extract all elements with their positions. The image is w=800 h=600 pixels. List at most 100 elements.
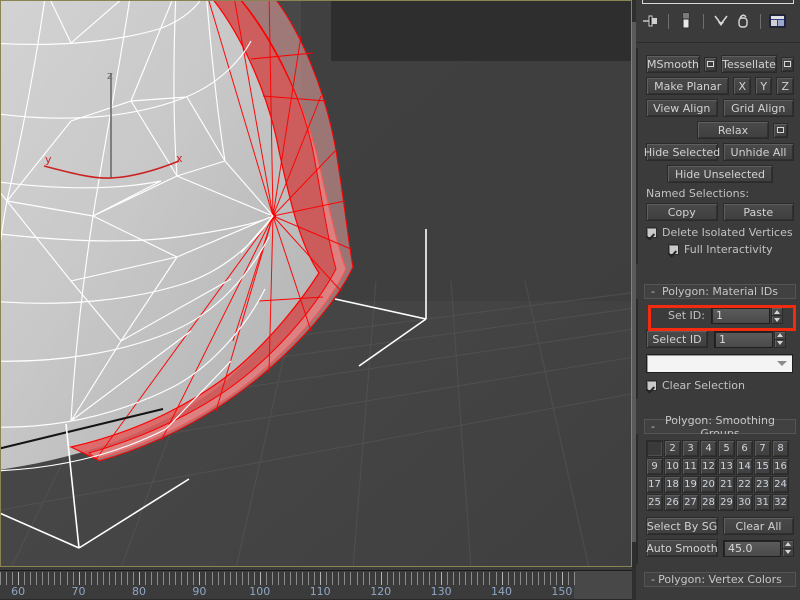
collapse-icon[interactable]: -	[651, 573, 655, 586]
perspective-viewport[interactable]: y x z	[0, 0, 632, 567]
make-planar-y-button[interactable]: Y	[754, 77, 773, 95]
timeline-tick	[6, 572, 7, 585]
make-planar-x-button[interactable]: X	[733, 77, 751, 95]
pin-stack-icon[interactable]	[640, 10, 662, 32]
timeline-tick	[157, 572, 159, 585]
auto-smooth-threshold-input[interactable]: 45.0	[723, 539, 781, 557]
timeline-tick	[199, 572, 201, 585]
tessellate-settings-button[interactable]	[780, 56, 794, 72]
clear-selection-checkbox[interactable]	[646, 380, 657, 391]
smoothing-group-19[interactable]: 19	[682, 476, 699, 493]
smoothing-group-9[interactable]: 9	[646, 458, 663, 475]
hide-selected-button[interactable]: Hide Selected	[644, 143, 720, 161]
smoothing-group-8[interactable]: 8	[772, 440, 789, 457]
smoothing-group-15[interactable]: 15	[754, 458, 771, 475]
smoothing-groups-rollout-header[interactable]: - Polygon: Smoothing Groups	[644, 414, 796, 440]
material-name-dropdown[interactable]	[646, 354, 793, 373]
smoothing-group-12[interactable]: 12	[700, 458, 717, 475]
make-planar-button[interactable]: Make Planar	[646, 77, 730, 95]
smoothing-group-23[interactable]: 23	[754, 476, 771, 493]
timeline-tick	[477, 572, 479, 585]
smoothing-group-grid[interactable]: 1234567891011121314151617181920212223242…	[646, 440, 794, 511]
timeline-tick	[193, 572, 195, 585]
collapse-icon[interactable]: -	[651, 285, 655, 298]
smoothing-group-16[interactable]: 16	[772, 458, 789, 475]
smoothing-group-20[interactable]: 20	[700, 476, 717, 493]
smoothing-group-7[interactable]: 7	[754, 440, 771, 457]
select-id-spinner-up[interactable]	[775, 332, 785, 339]
smoothing-group-2[interactable]: 2	[664, 440, 681, 457]
tessellate-button[interactable]: Tessellate	[721, 55, 777, 73]
full-interactivity-row[interactable]: Full Interactivity	[646, 243, 794, 256]
delete-isolated-vertices-label: Delete Isolated Vertices	[662, 226, 793, 239]
copy-button[interactable]: Copy	[646, 203, 718, 221]
smoothing-group-29[interactable]: 29	[718, 494, 735, 511]
set-id-spinner-down[interactable]	[772, 316, 782, 323]
msmooth-button[interactable]: MSmooth	[646, 55, 701, 73]
chevron-down-icon[interactable]	[777, 361, 787, 366]
hide-unselected-button[interactable]: Hide Unselected	[667, 165, 773, 183]
sg-buttons-row: Select By SG Clear All	[646, 517, 794, 535]
select-id-button[interactable]: Select ID	[646, 330, 708, 348]
msmooth-settings-button[interactable]	[704, 56, 718, 72]
unhide-all-button[interactable]: Unhide All	[723, 143, 794, 161]
relax-button[interactable]: Relax	[697, 121, 769, 139]
auto-smooth-spinner-down[interactable]	[783, 549, 793, 556]
material-ids-rollout-header[interactable]: - Polygon: Material IDs	[644, 284, 796, 299]
smoothing-group-18[interactable]: 18	[664, 476, 681, 493]
smoothing-group-5[interactable]: 5	[718, 440, 735, 457]
smoothing-group-21[interactable]: 21	[718, 476, 735, 493]
delete-isolated-vertices-checkbox[interactable]	[646, 227, 657, 238]
smoothing-group-13[interactable]: 13	[718, 458, 735, 475]
paste-button[interactable]: Paste	[722, 203, 794, 221]
set-id-spinner-up[interactable]	[772, 308, 782, 315]
smoothing-group-22[interactable]: 22	[736, 476, 753, 493]
select-id-spinner[interactable]	[774, 330, 786, 348]
clear-all-button[interactable]: Clear All	[723, 517, 794, 535]
smoothing-group-28[interactable]: 28	[700, 494, 717, 511]
clear-selection-row[interactable]: Clear Selection	[646, 379, 794, 392]
make-unique-icon[interactable]	[710, 10, 732, 32]
collapse-icon[interactable]: -	[651, 420, 655, 433]
vertex-colors-rollout-header[interactable]: - Polygon: Vertex Colors	[644, 572, 796, 587]
command-panel-toolbar[interactable]	[636, 0, 800, 43]
auto-smooth-spinner[interactable]	[782, 539, 794, 557]
timeline-tick	[435, 572, 436, 585]
relax-settings-button[interactable]	[773, 122, 788, 138]
smoothing-group-25[interactable]: 25	[646, 494, 663, 511]
set-id-spinner[interactable]	[770, 307, 783, 324]
configure-sets-icon[interactable]	[675, 10, 697, 32]
delete-isolated-vertices-row[interactable]: Delete Isolated Vertices	[646, 226, 794, 239]
set-id-input[interactable]: 1	[710, 307, 770, 324]
timeline-ruler[interactable]: 60 70 80 90 100 110 120 130 140 150	[0, 567, 632, 600]
view-align-button[interactable]: View Align	[646, 99, 718, 117]
smoothing-group-27[interactable]: 27	[682, 494, 699, 511]
smoothing-group-10[interactable]: 10	[664, 458, 681, 475]
timeline-tick	[555, 572, 557, 585]
full-interactivity-checkbox[interactable]	[668, 244, 679, 255]
select-by-sg-button[interactable]: Select By SG	[646, 517, 718, 535]
smoothing-group-26[interactable]: 26	[664, 494, 681, 511]
smoothing-group-30[interactable]: 30	[736, 494, 753, 511]
configure-modifier-sets-icon[interactable]	[767, 10, 789, 32]
auto-smooth-spinner-up[interactable]	[783, 541, 793, 548]
smoothing-group-1[interactable]: 1	[646, 440, 663, 457]
smoothing-group-6[interactable]: 6	[736, 440, 753, 457]
smoothing-group-32[interactable]: 32	[772, 494, 789, 511]
smoothing-group-14[interactable]: 14	[736, 458, 753, 475]
smoothing-group-24[interactable]: 24	[772, 476, 789, 493]
remove-modifier-icon[interactable]	[732, 10, 754, 32]
select-id-spinner-down[interactable]	[775, 340, 785, 347]
make-planar-z-button[interactable]: Z	[776, 77, 794, 95]
smoothing-group-3[interactable]: 3	[682, 440, 699, 457]
command-panel[interactable]: MSmooth Tessellate Make Planar X Y Z Vie…	[632, 0, 800, 600]
smoothing-group-11[interactable]: 11	[682, 458, 699, 475]
auto-smooth-button[interactable]: Auto Smooth	[646, 539, 718, 557]
grid-align-button[interactable]: Grid Align	[722, 99, 794, 117]
modifier-stack-box[interactable]	[642, 0, 794, 4]
select-id-input[interactable]: 1	[714, 330, 773, 348]
smoothing-group-4[interactable]: 4	[700, 440, 717, 457]
smoothing-group-31[interactable]: 31	[754, 494, 771, 511]
smoothing-group-17[interactable]: 17	[646, 476, 663, 493]
timeline-tick	[404, 572, 406, 585]
